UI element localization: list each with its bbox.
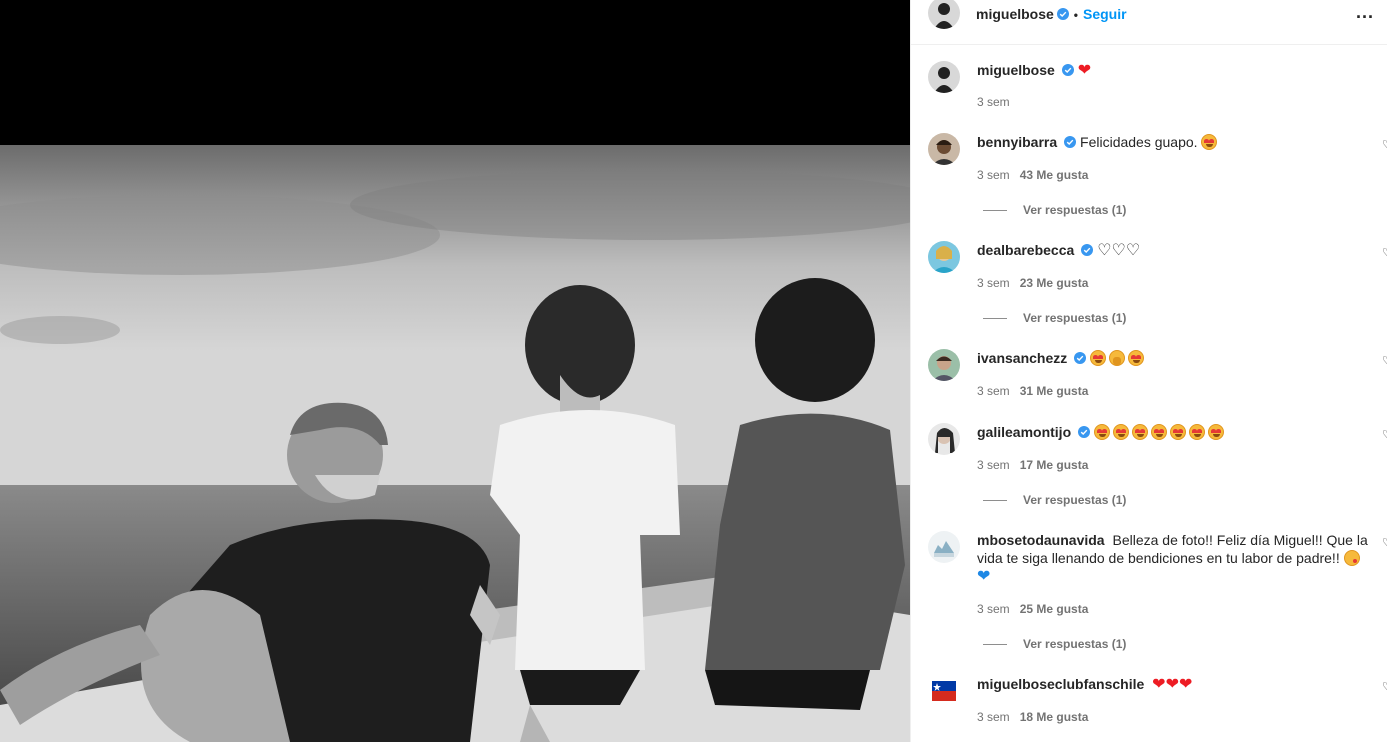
kiss-emoji bbox=[1343, 550, 1360, 566]
replies-divider bbox=[983, 500, 1007, 502]
heart-eyes-emoji bbox=[1132, 424, 1149, 440]
verified-badge-icon bbox=[1081, 244, 1094, 256]
commenter-avatar[interactable] bbox=[928, 675, 960, 707]
white-heart-emoji: ♡♡♡ bbox=[1097, 242, 1141, 259]
replies-divider bbox=[983, 644, 1007, 646]
heart-eyes-emoji bbox=[1113, 424, 1130, 440]
verified-badge-icon bbox=[1074, 352, 1087, 364]
comment-body: dealbarebecca ♡♡♡ bbox=[977, 241, 1372, 260]
heart-eyes-emoji bbox=[1201, 134, 1218, 150]
verified-badge-icon bbox=[1078, 426, 1091, 438]
view-replies-label: Ver respuestas (1) bbox=[1023, 203, 1127, 217]
caption-body: miguelbose ❤ bbox=[977, 61, 1372, 80]
blue-heart-emoji: ❤ bbox=[977, 568, 991, 585]
caption-time: 3 sem bbox=[977, 95, 1010, 109]
more-options-icon[interactable]: ... bbox=[1356, 2, 1374, 23]
author-username[interactable]: miguelbose bbox=[976, 6, 1054, 22]
comment-likes[interactable]: 17 Me gusta bbox=[1020, 458, 1089, 472]
comment-likes[interactable]: 25 Me gusta bbox=[1020, 602, 1089, 616]
comment-meta: 3 sem 18 Me gusta bbox=[977, 710, 1088, 724]
separator-dot: • bbox=[1073, 8, 1078, 22]
comment-body: mbosetodaunavida Belleza de foto!! Feliz… bbox=[977, 531, 1372, 586]
view-replies-button[interactable]: Ver respuestas (1) bbox=[983, 637, 1126, 651]
comment-meta: 3 sem 23 Me gusta bbox=[977, 276, 1088, 290]
comments-panel: miguelbose • Seguir ... miguelbose ❤ 3 sem… bbox=[910, 0, 1387, 742]
comment-likes[interactable]: 31 Me gusta bbox=[1020, 384, 1089, 398]
post-media bbox=[0, 0, 910, 742]
caption-meta: 3 sem bbox=[977, 95, 1010, 109]
heart-eyes-emoji bbox=[1189, 424, 1206, 440]
comment-time: 3 sem bbox=[977, 384, 1010, 398]
view-replies-label: Ver respuestas (1) bbox=[1023, 493, 1127, 507]
red-heart-emoji: ❤ bbox=[1077, 62, 1092, 79]
heart-icon[interactable]: ♡ bbox=[1382, 680, 1387, 693]
heart-icon[interactable]: ♡ bbox=[1382, 428, 1387, 441]
comment-body: galileamontijo bbox=[977, 423, 1372, 441]
caption-avatar[interactable] bbox=[928, 61, 960, 93]
view-replies-button[interactable]: Ver respuestas (1) bbox=[983, 311, 1126, 325]
heart-eyes-emoji bbox=[1094, 424, 1111, 440]
comment-meta: 3 sem 25 Me gusta bbox=[977, 602, 1088, 616]
follow-button[interactable]: Seguir bbox=[1083, 6, 1127, 22]
comment-username[interactable]: dealbarebecca bbox=[977, 242, 1074, 258]
comment-username[interactable]: miguelboseclubfanschile bbox=[977, 676, 1144, 692]
verified-badge-icon bbox=[1056, 8, 1069, 20]
heart-icon[interactable]: ♡ bbox=[1382, 246, 1387, 259]
comment-meta: 3 sem 43 Me gusta bbox=[977, 168, 1088, 182]
view-replies-button[interactable]: Ver respuestas (1) bbox=[983, 203, 1126, 217]
comment-body: miguelboseclubfanschile ❤❤❤ bbox=[977, 675, 1372, 694]
heart-icon[interactable]: ♡ bbox=[1382, 536, 1387, 549]
comment-likes[interactable]: 18 Me gusta bbox=[1020, 710, 1089, 724]
comment-likes[interactable]: 23 Me gusta bbox=[1020, 276, 1089, 290]
commenter-avatar[interactable] bbox=[928, 241, 960, 273]
comment-time: 3 sem bbox=[977, 458, 1010, 472]
caption-username[interactable]: miguelbose bbox=[977, 62, 1055, 78]
heart-eyes-emoji bbox=[1208, 424, 1225, 440]
comment-time: 3 sem bbox=[977, 276, 1010, 290]
comment-likes[interactable]: 43 Me gusta bbox=[1020, 168, 1089, 182]
comment-username[interactable]: galileamontijo bbox=[977, 424, 1071, 440]
heart-eyes-emoji bbox=[1170, 424, 1187, 440]
heart-eyes-emoji bbox=[1151, 424, 1168, 440]
comment-username[interactable]: mbosetodaunavida bbox=[977, 532, 1105, 548]
view-replies-button[interactable]: Ver respuestas (1) bbox=[983, 493, 1126, 507]
view-replies-label: Ver respuestas (1) bbox=[1023, 311, 1127, 325]
heart-eyes-emoji bbox=[1128, 350, 1145, 366]
replies-divider bbox=[983, 318, 1007, 320]
commenter-avatar[interactable] bbox=[928, 133, 960, 165]
comment-time: 3 sem bbox=[977, 710, 1010, 724]
author-avatar[interactable] bbox=[928, 0, 960, 29]
comment-meta: 3 sem 31 Me gusta bbox=[977, 384, 1088, 398]
photo-image bbox=[0, 145, 910, 742]
view-replies-label: Ver respuestas (1) bbox=[1023, 637, 1127, 651]
verified-badge-icon bbox=[1061, 64, 1074, 76]
replies-divider bbox=[983, 210, 1007, 212]
comment-username[interactable]: bennyibarra bbox=[977, 134, 1057, 150]
heart-eyes-emoji bbox=[1090, 350, 1107, 366]
raised-hands-emoji bbox=[1109, 350, 1126, 366]
comment-username[interactable]: ivansanchezz bbox=[977, 350, 1067, 366]
comment-body: bennyibarra Felicidades guapo. bbox=[977, 133, 1372, 151]
commenter-avatar[interactable] bbox=[928, 531, 960, 563]
comment-time: 3 sem bbox=[977, 168, 1010, 182]
red-heart-emoji: ❤❤❤ bbox=[1152, 676, 1193, 693]
comment-text: Felicidades guapo. bbox=[1080, 134, 1198, 150]
comment-meta: 3 sem 17 Me gusta bbox=[977, 458, 1088, 472]
commenter-avatar[interactable] bbox=[928, 349, 960, 381]
header-user-line: miguelbose • Seguir bbox=[976, 6, 1127, 22]
comment-time: 3 sem bbox=[977, 602, 1010, 616]
heart-icon[interactable]: ♡ bbox=[1382, 138, 1387, 151]
verified-badge-icon bbox=[1064, 136, 1077, 148]
post-photo[interactable] bbox=[0, 145, 910, 742]
post-header: miguelbose • Seguir ... bbox=[911, 0, 1387, 45]
commenter-avatar[interactable] bbox=[928, 423, 960, 455]
comment-body: ivansanchezz bbox=[977, 349, 1372, 367]
heart-icon[interactable]: ♡ bbox=[1382, 354, 1387, 367]
